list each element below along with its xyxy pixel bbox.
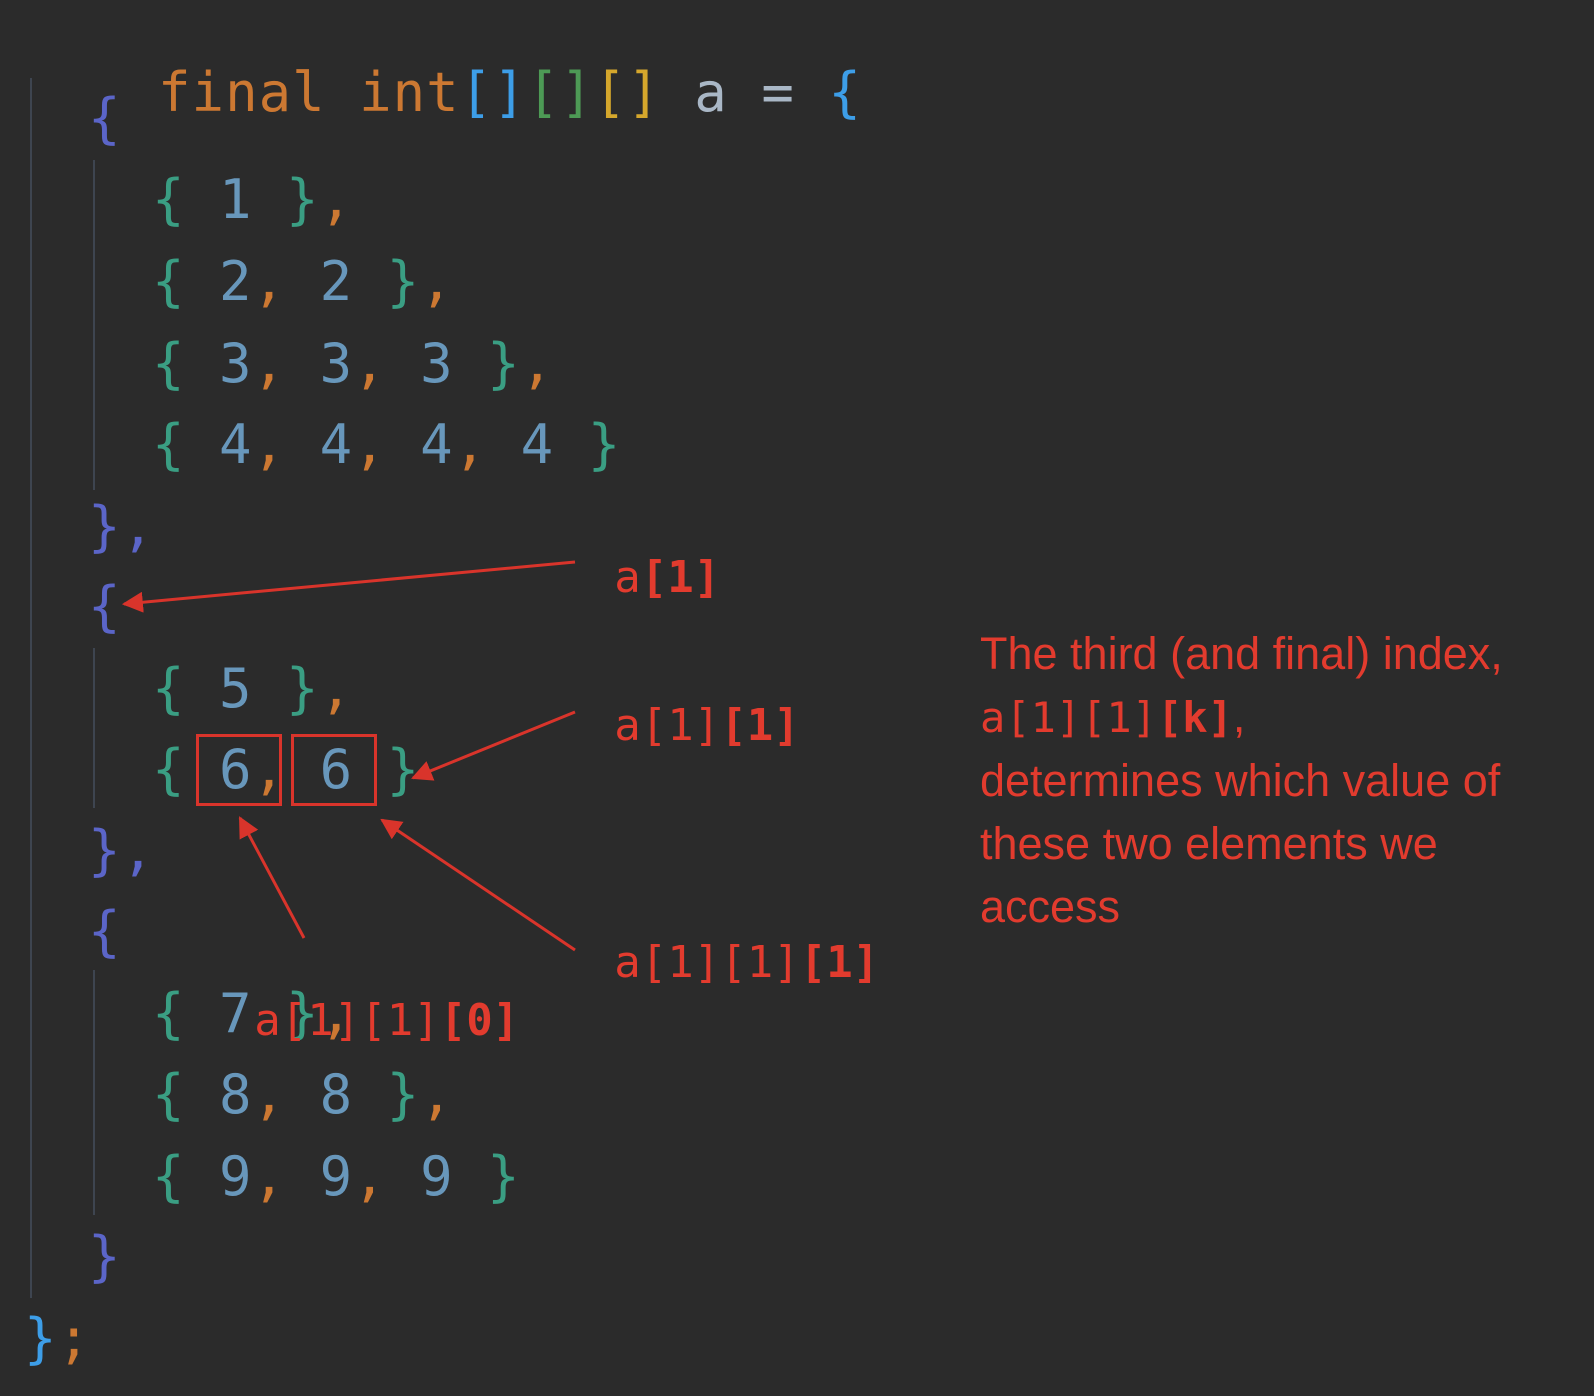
explanation-note: The third (and final) index, a[1][1][k],…	[980, 622, 1580, 938]
arrow-a111	[380, 818, 576, 952]
note-line-3: determines which value of	[980, 755, 1501, 806]
note-line-4: these two elements we	[980, 818, 1438, 869]
note-line-5: access	[980, 881, 1121, 932]
note-line-1: The third (and final) index,	[980, 628, 1503, 679]
annotation-a1-1-1: a[1][1][1]	[614, 937, 880, 988]
arrow-a1	[121, 560, 576, 613]
arrow-a110	[238, 816, 306, 939]
annotation-a1-1: a[1][1]	[614, 700, 800, 751]
note-line-2: a[1][1][k],	[980, 691, 1246, 742]
arrow-a11	[411, 710, 576, 781]
annotation-a1: a[1]	[614, 552, 721, 603]
annotation-a1-1-0: a[1][1][0]	[254, 995, 520, 1046]
